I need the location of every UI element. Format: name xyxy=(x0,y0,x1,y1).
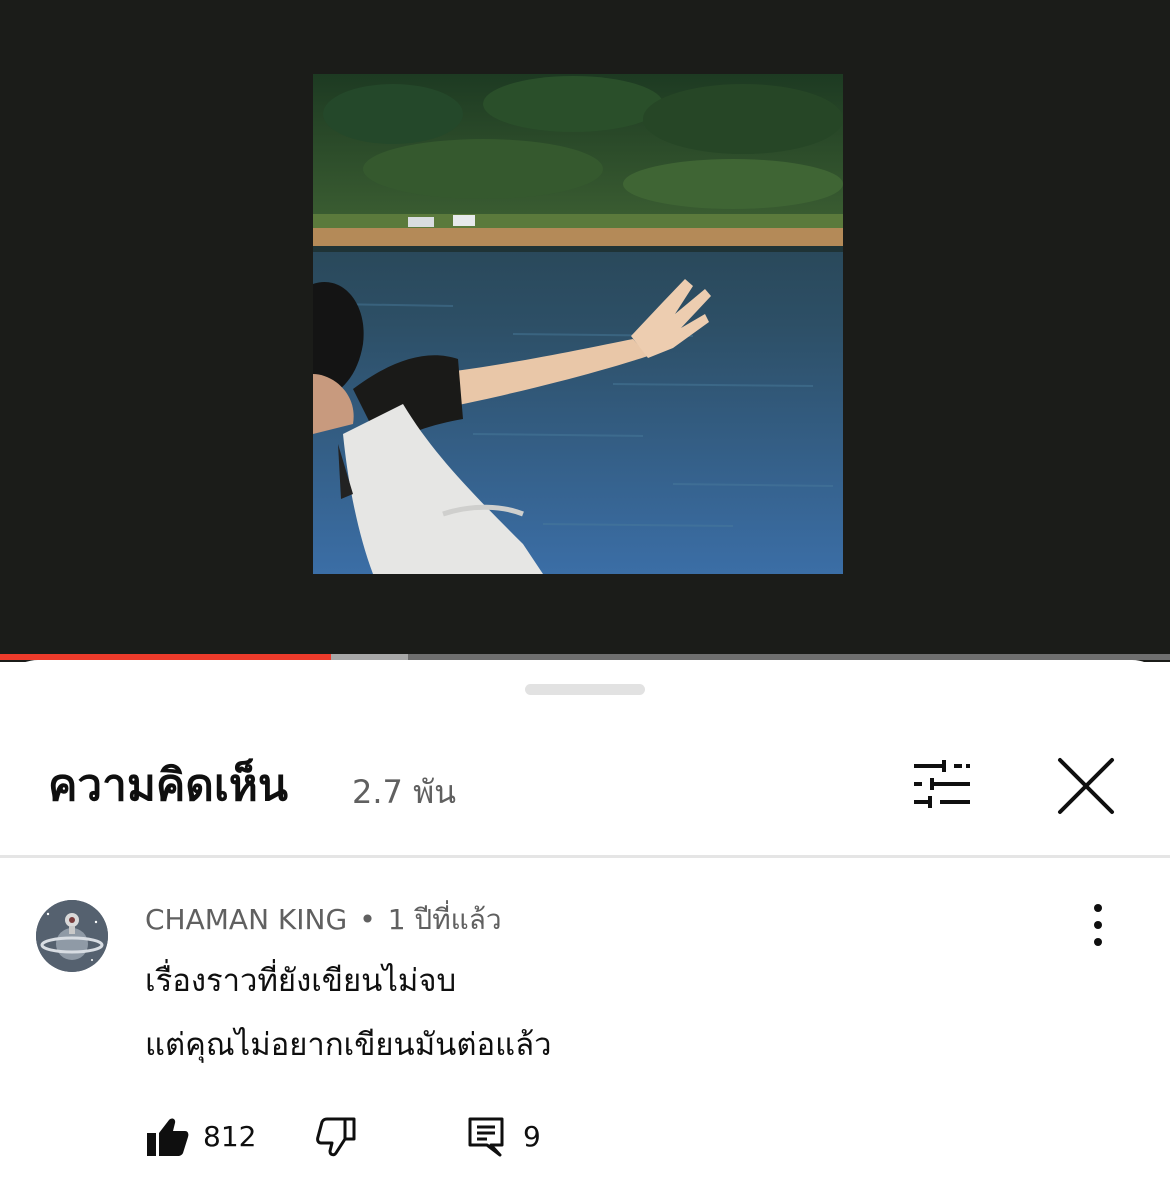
comment-author[interactable]: CHAMAN KING xyxy=(145,903,347,936)
sort-filter-icon xyxy=(914,760,970,808)
thumbs-up-icon xyxy=(147,1118,189,1156)
more-options-button[interactable] xyxy=(1080,900,1116,950)
meta-separator: • xyxy=(359,903,376,936)
more-vertical-icon xyxy=(1094,904,1102,946)
reply-button[interactable] xyxy=(467,1116,505,1158)
close-button[interactable] xyxy=(1052,754,1120,818)
like-count: 812 xyxy=(203,1120,257,1153)
comments-count: 2.7 พัน xyxy=(352,773,457,811)
reply-count: 9 xyxy=(523,1120,541,1153)
comment-text-line: แต่คุณไม่อยากเขียนมันต่อแล้ว xyxy=(145,1027,552,1063)
reply-icon xyxy=(468,1117,504,1157)
comment-time: 1 ปีที่แล้ว xyxy=(387,903,502,936)
comments-title: ความคิดเห็น xyxy=(48,760,288,811)
comment-meta: CHAMAN KING • 1 ปีที่แล้ว xyxy=(145,900,502,940)
dislike-button[interactable] xyxy=(315,1116,357,1158)
video-thumbnail xyxy=(313,74,843,574)
thumbs-down-icon xyxy=(316,1117,356,1157)
like-button[interactable] xyxy=(145,1116,189,1158)
comments-sheet: ความคิดเห็น 2.7 พัน CHAMAN KING • 1 ปีที… xyxy=(0,660,1170,1197)
avatar[interactable] xyxy=(36,900,108,972)
sort-filter-button[interactable] xyxy=(908,756,976,816)
comment-text-line: เรื่องราวที่ยังเขียนไม่จบ xyxy=(145,963,457,999)
comment-actions: 812 9 xyxy=(145,1112,745,1162)
drag-handle[interactable] xyxy=(525,684,645,695)
close-icon xyxy=(1058,758,1114,814)
divider xyxy=(0,855,1170,858)
video-player[interactable] xyxy=(0,0,1170,662)
